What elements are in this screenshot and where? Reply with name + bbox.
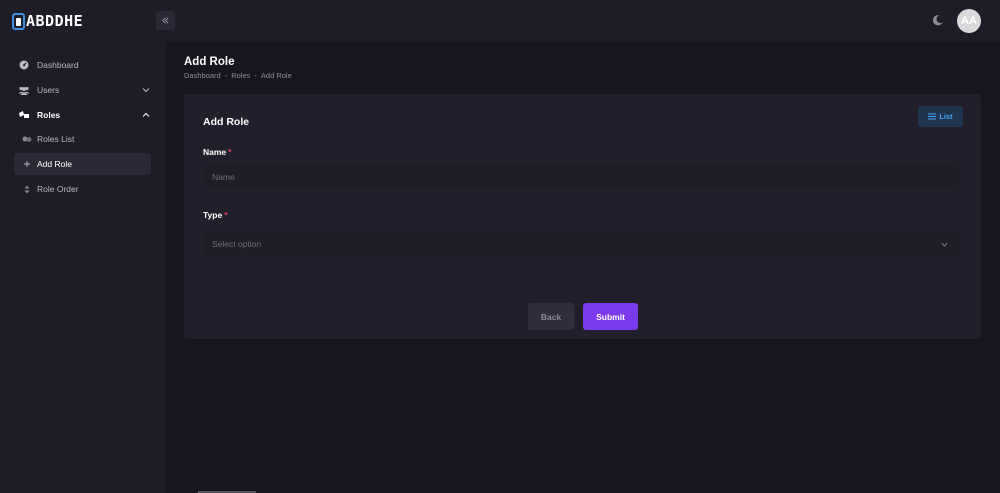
- plus-icon: [22, 158, 32, 170]
- list-button[interactable]: List: [918, 106, 963, 127]
- breadcrumb: Dashboard - Roles - Add Role: [184, 71, 292, 80]
- breadcrumb-separator: -: [254, 71, 257, 80]
- required-mark: *: [228, 147, 232, 157]
- add-role-form-card: Add Role List Name* Type* Select option …: [184, 94, 981, 339]
- sidebar: Dashboard Users Roles Roles List Add Rol…: [0, 42, 166, 493]
- roles-list-icon: [22, 133, 32, 145]
- breadcrumb-dashboard[interactable]: Dashboard: [184, 71, 221, 80]
- breadcrumb-roles[interactable]: Roles: [231, 71, 250, 80]
- sidebar-item-label: Users: [37, 85, 60, 95]
- sidebar-item-label: Add Role: [37, 159, 72, 169]
- sidebar-item-users[interactable]: Users: [14, 79, 151, 101]
- chevron-down-icon: [941, 242, 948, 247]
- page-title: Add Role: [184, 56, 235, 68]
- sidebar-item-dashboard[interactable]: Dashboard: [14, 54, 151, 76]
- users-icon: [18, 84, 30, 96]
- main-content: Add Role Dashboard - Roles - Add Role Ad…: [166, 42, 1000, 493]
- moon-icon[interactable]: [931, 14, 944, 27]
- collapse-sidebar-button[interactable]: [156, 11, 175, 30]
- sort-icon: [22, 183, 32, 195]
- chevron-down-icon: [142, 88, 150, 93]
- app-logo[interactable]: ABDDHE: [12, 11, 83, 31]
- double-chevron-left-icon: [162, 17, 169, 24]
- type-select-placeholder: Select option: [212, 239, 262, 249]
- sidebar-item-label: Roles: [37, 110, 61, 120]
- list-icon: [928, 113, 937, 120]
- sidebar-item-label: Roles List: [37, 134, 75, 144]
- name-input[interactable]: [203, 164, 959, 189]
- sidebar-item-roles-list[interactable]: Roles List: [18, 128, 151, 150]
- type-label: Type *: [203, 210, 228, 220]
- roles-icon: [18, 109, 30, 121]
- sidebar-item-role-order[interactable]: Role Order: [18, 178, 151, 200]
- required-mark: *: [224, 210, 228, 220]
- type-label-text: Type: [203, 210, 223, 220]
- chevron-up-icon: [142, 112, 150, 117]
- logo-mark-icon: [12, 12, 25, 30]
- card-title: Add Role: [203, 116, 250, 128]
- back-button[interactable]: Back: [528, 303, 574, 330]
- name-label: Name *: [203, 147, 231, 157]
- breadcrumb-separator: -: [224, 71, 228, 80]
- sidebar-item-add-role[interactable]: Add Role: [14, 153, 151, 175]
- dashboard-icon: [18, 59, 30, 71]
- top-bar: ABDDHE AA: [0, 0, 1000, 42]
- breadcrumb-add-role: Add Role: [260, 71, 292, 80]
- logo-text: ABDDHE: [26, 12, 84, 30]
- name-label-text: Name: [203, 147, 227, 157]
- type-select[interactable]: Select option: [203, 230, 959, 258]
- list-button-label: List: [939, 112, 953, 121]
- sidebar-item-label: Role Order: [37, 184, 79, 194]
- avatar[interactable]: AA: [957, 9, 981, 33]
- submit-button[interactable]: Submit: [583, 303, 638, 330]
- sidebar-item-roles[interactable]: Roles: [14, 104, 151, 126]
- sidebar-item-label: Dashboard: [37, 60, 79, 70]
